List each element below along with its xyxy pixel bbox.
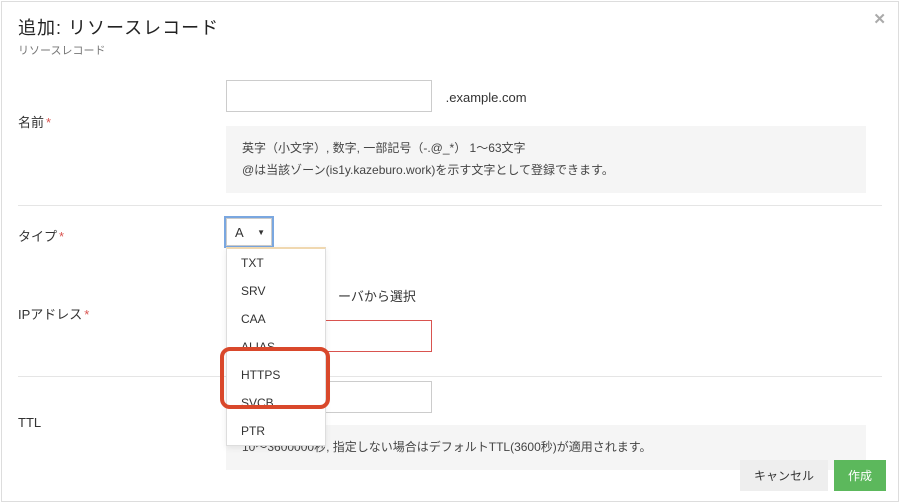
chevron-down-icon: ▼: [257, 228, 265, 237]
required-mark: *: [46, 115, 51, 130]
modal-header: 追加: リソースレコード リソースレコード: [2, 2, 898, 62]
content-name: .example.com 英字（小文字）, 数字, 一部記号（-.@_*） 1〜…: [226, 80, 882, 193]
name-help-line2: @は当該ゾーン(is1y.kazeburo.work)を示す文字として登録できま…: [242, 160, 850, 182]
domain-suffix: .example.com: [446, 90, 527, 105]
type-dropdown: TXT SRV CAA ALIAS HTTPS SVCB PTR: [226, 247, 326, 446]
ip-server-select-text: ーバから選択: [338, 286, 416, 305]
label-ip-text: IPアドレス: [18, 307, 82, 322]
label-ttl-text: TTL: [18, 415, 41, 430]
option-ptr[interactable]: PTR: [227, 417, 325, 445]
content-type: A ▼ TXT SRV CAA ALIAS HTTPS SVCB PTR: [226, 218, 882, 246]
label-ip: IPアドレス*: [18, 286, 226, 323]
type-select[interactable]: A ▼: [226, 218, 272, 246]
label-name: 名前*: [18, 80, 226, 131]
required-mark: *: [84, 307, 89, 322]
label-type-text: タイプ: [18, 229, 57, 244]
form-body: 名前* .example.com 英字（小文字）, 数字, 一部記号（-.@_*…: [2, 62, 898, 476]
create-button[interactable]: 作成: [834, 460, 886, 491]
option-svcb[interactable]: SVCB: [227, 389, 325, 417]
option-alias[interactable]: ALIAS: [227, 333, 325, 361]
name-help-line1: 英字（小文字）, 数字, 一部記号（-.@_*） 1〜63文字: [242, 138, 850, 160]
form-row-type: タイプ* A ▼ TXT SRV CAA ALIAS HTTPS SVCB: [18, 206, 882, 258]
modal-add-resource-record: ✕ 追加: リソースレコード リソースレコード 名前* .example.com…: [1, 1, 899, 502]
close-icon[interactable]: ✕: [873, 10, 886, 28]
option-txt[interactable]: TXT: [227, 249, 325, 277]
type-select-wrap: A ▼ TXT SRV CAA ALIAS HTTPS SVCB PTR: [226, 218, 272, 246]
form-row-ip: IPアドレス* ーバから選択: [18, 258, 882, 377]
label-ttl: TTL: [18, 389, 226, 430]
label-type: タイプ*: [18, 218, 226, 245]
form-row-name: 名前* .example.com 英字（小文字）, 数字, 一部記号（-.@_*…: [18, 62, 882, 206]
option-srv[interactable]: SRV: [227, 277, 325, 305]
type-selected-value: A: [235, 225, 244, 240]
modal-subtitle: リソースレコード: [18, 42, 882, 58]
cancel-button[interactable]: キャンセル: [740, 460, 828, 491]
option-caa[interactable]: CAA: [227, 305, 325, 333]
name-help-box: 英字（小文字）, 数字, 一部記号（-.@_*） 1〜63文字 @は当該ゾーン(…: [226, 126, 866, 193]
modal-footer: キャンセル 作成: [2, 450, 898, 501]
modal-title: 追加: リソースレコード: [18, 14, 882, 40]
label-name-text: 名前: [18, 115, 44, 130]
required-mark: *: [59, 229, 64, 244]
option-https[interactable]: HTTPS: [227, 361, 325, 389]
name-input[interactable]: [226, 80, 432, 112]
